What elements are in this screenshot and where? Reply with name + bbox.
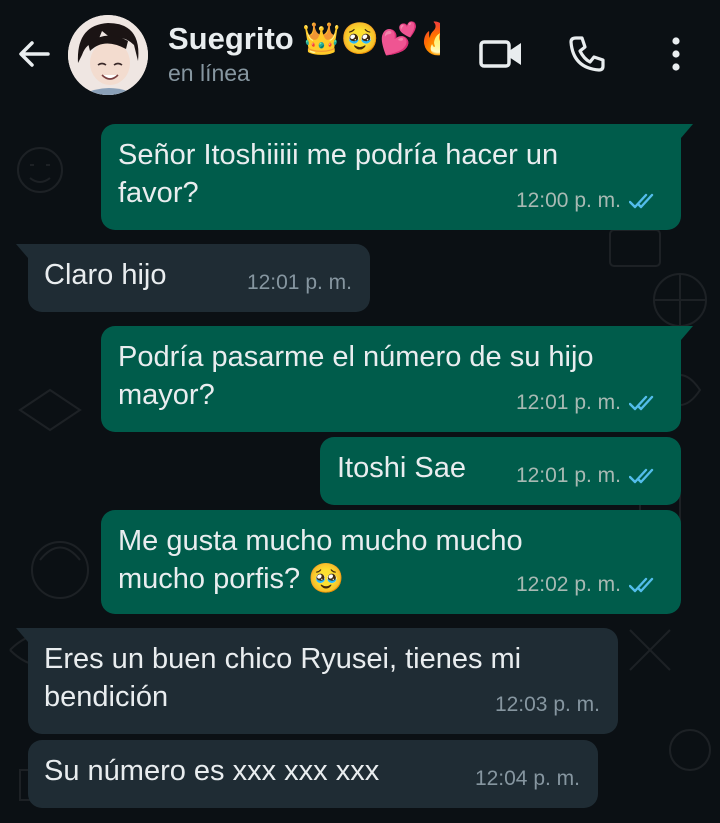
message-meta: 12:01 p. m. [247,264,352,302]
message-time: 12:03 p. m. [494,693,600,716]
video-call-icon[interactable] [478,34,524,74]
avatar[interactable] [68,15,148,95]
message-text: Su número es xxx xxx xxx [44,755,380,787]
message-time: 12:00 p. m. [515,189,621,212]
message-time: 12:02 p. m. [515,573,621,596]
message-time: 12:04 p. m. [474,767,580,790]
message-bubble-incoming[interactable]: Su número es xxx xxx xxx 12:04 p. m. [28,740,598,808]
chat-header: Suegrito 👑🥹💕🔥 en línea [0,0,720,110]
read-ticks-icon [629,468,654,484]
message-meta: 12:01 p. m. [516,384,661,422]
message-meta: 12:04 p. m. [475,760,580,798]
message-text: Itoshi Sae [337,452,466,484]
message-time: 12:01 p. m. [515,391,621,414]
message-bubble-outgoing[interactable]: Itoshi Sae 12:01 p. m. [320,437,681,505]
message-bubble-outgoing[interactable]: Señor Itoshiiiii me podría hacer un favo… [101,124,693,230]
message-meta: 12:00 p. m. [516,182,661,220]
message-text: Eres un buen chico Ryusei, tienes mi ben… [44,643,522,713]
message-meta: 12:03 p. m. [495,686,600,724]
message-bubble-incoming[interactable]: Eres un buen chico Ryusei, tienes mi ben… [16,628,618,734]
message-bubble-incoming[interactable]: Claro hijo 12:01 p. m. [16,244,370,312]
message-meta: 12:02 p. m. [516,566,661,604]
message-bubble-outgoing[interactable]: Me gusta mucho mucho mucho mucho porfis?… [101,510,681,614]
more-vert-icon[interactable] [664,34,688,74]
message-time: 12:01 p. m. [515,464,621,487]
contact-status: en línea [168,60,250,86]
message-time: 12:01 p. m. [246,271,352,294]
back-arrow-icon[interactable] [14,34,54,74]
read-ticks-icon [629,193,654,209]
message-text: Señor Itoshiiiii me podría hacer un favo… [118,139,559,209]
avatar-image [68,15,148,95]
message-text: Me gusta mucho mucho mucho mucho porfis?… [118,525,523,595]
phone-icon[interactable] [567,34,607,74]
contact-name[interactable]: Suegrito 👑🥹💕🔥 [168,20,440,57]
message-bubble-outgoing[interactable]: Podría pasarme el número de su hijo mayo… [101,326,693,432]
message-meta: 12:01 p. m. [516,457,661,495]
read-ticks-icon [629,395,654,411]
message-text: Claro hijo [44,259,167,291]
read-ticks-icon [629,577,654,593]
